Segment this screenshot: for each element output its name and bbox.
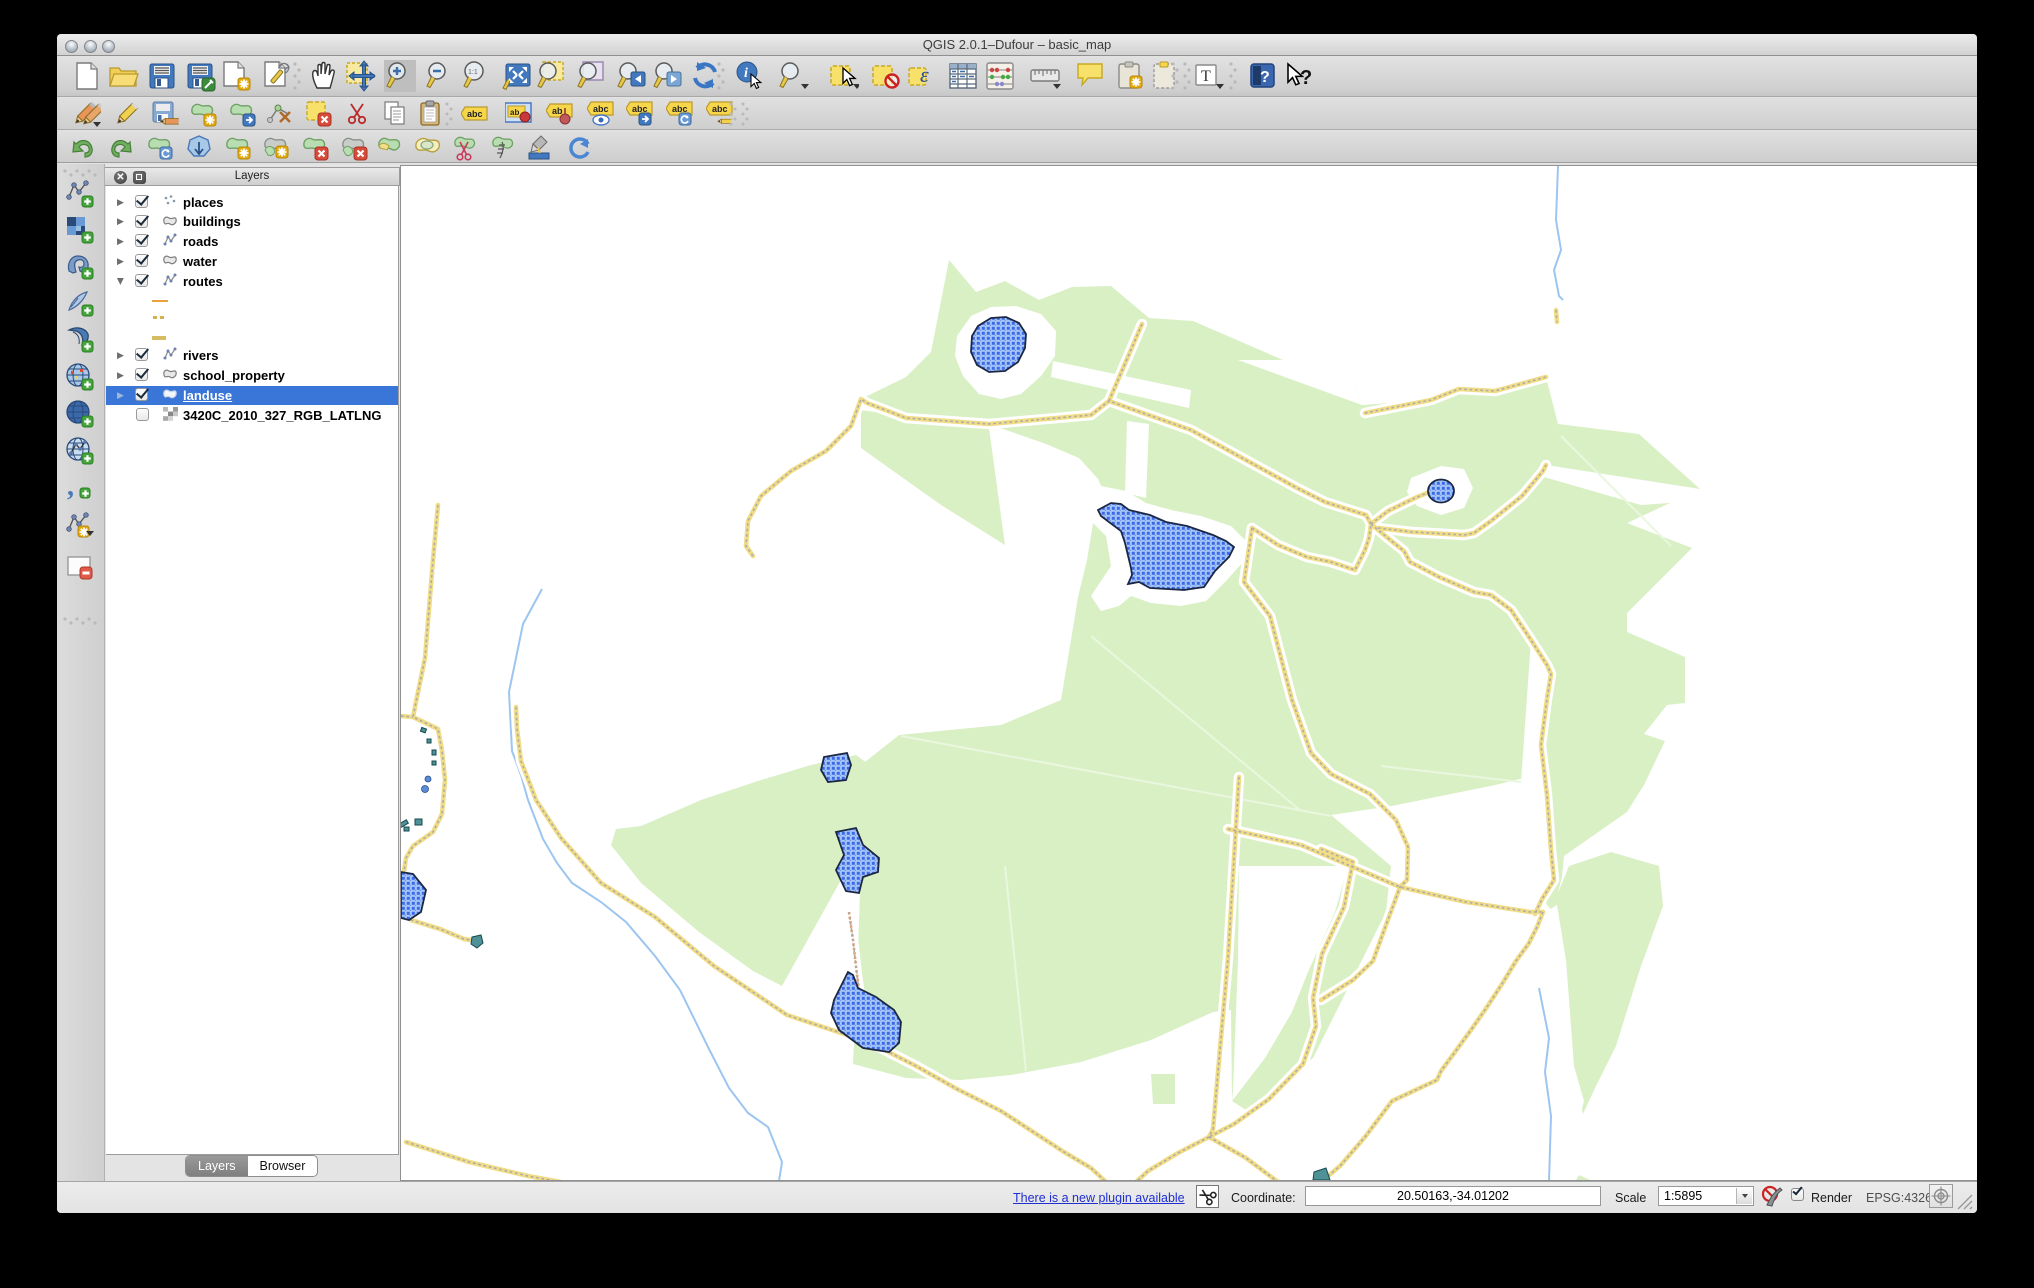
svg-text:abc: abc: [712, 104, 728, 114]
svg-text:abc: abc: [593, 104, 609, 114]
svg-text:ab: ab: [552, 106, 563, 116]
svg-text:?: ?: [1260, 69, 1270, 86]
svg-text:?: ?: [1300, 67, 1312, 89]
svg-text:T: T: [1201, 68, 1211, 85]
svg-text:ab: ab: [510, 108, 519, 117]
svg-text:i: i: [744, 66, 748, 81]
svg-text:1:1: 1:1: [468, 69, 478, 76]
svg-text:,: ,: [67, 473, 74, 502]
svg-text:abc: abc: [467, 109, 483, 119]
svg-text:ε: ε: [920, 62, 929, 87]
